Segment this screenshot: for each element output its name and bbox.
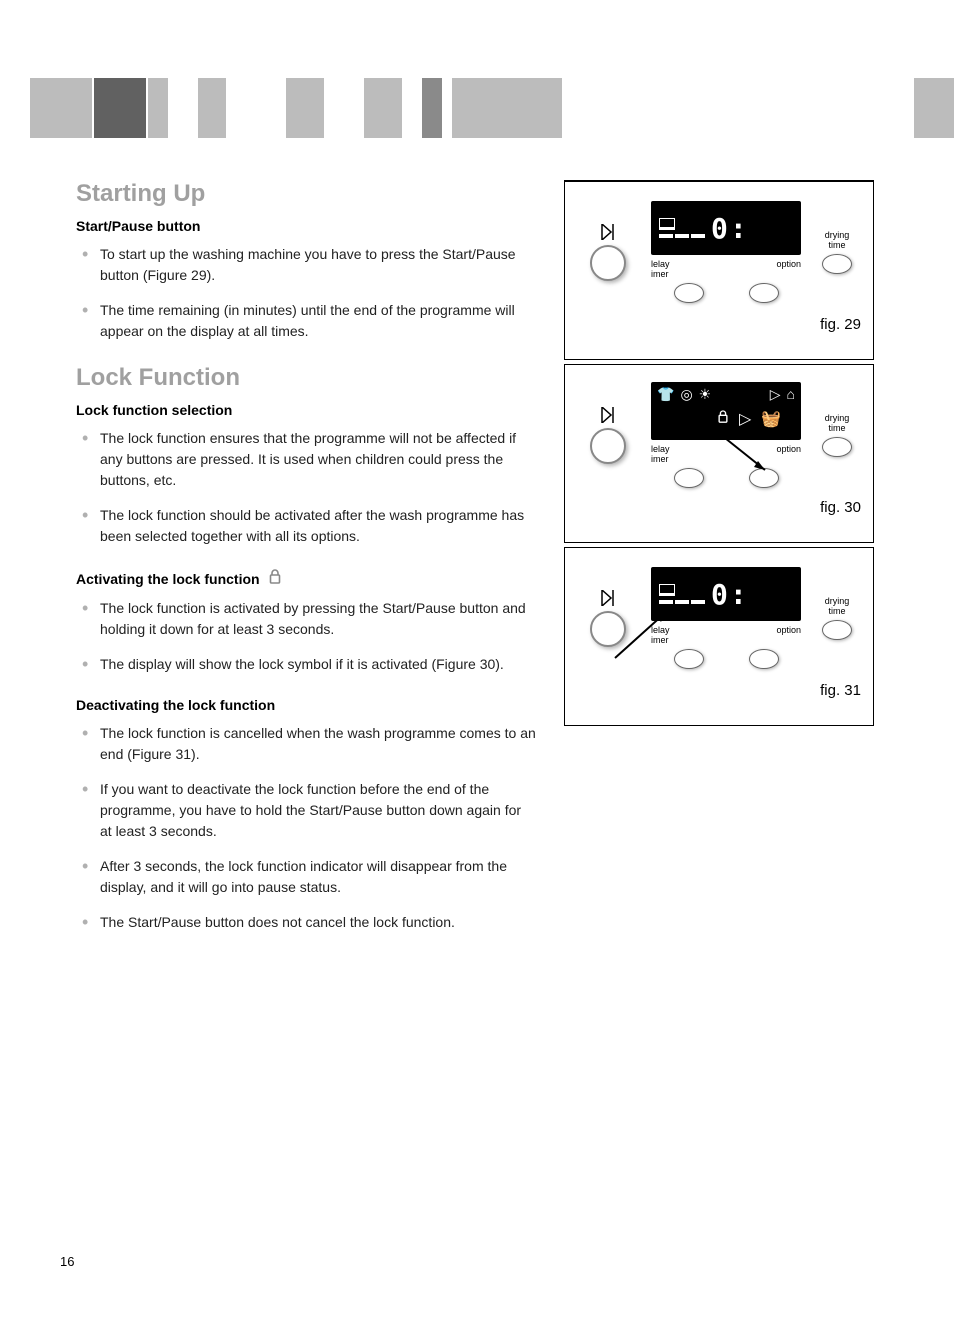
arrow-indicator [605, 608, 675, 668]
drying-time-button [822, 254, 852, 274]
figure-31: 0: lelayimer option [564, 547, 874, 726]
play-pause-icon [601, 407, 615, 428]
bullets-lock-selection: The lock function ensures that the progr… [76, 428, 536, 547]
bullet-item: The display will show the lock symbol if… [76, 654, 536, 675]
text-column: Starting Up Start/Pause button To start … [76, 180, 536, 955]
bullets-deactivating-lock: The lock function is cancelled when the … [76, 723, 536, 933]
spin-icon: ◎ [680, 386, 692, 403]
bullet-item: To start up the washing machine you have… [76, 244, 536, 286]
page-number: 16 [60, 1254, 74, 1269]
subheading-activating-lock: Activating the lock function [76, 569, 536, 588]
delay-timer-button [674, 468, 704, 488]
subheading-start-pause: Start/Pause button [76, 218, 536, 234]
tshirt-icon: 👕 [657, 386, 674, 403]
subheading-lock-selection: Lock function selection [76, 402, 536, 418]
figure-label: fig. 31 [573, 682, 865, 699]
play-pause-icon [601, 224, 615, 245]
delay-timer-button [674, 649, 704, 669]
drying-time-button [822, 620, 852, 640]
figure-29: 0: lelayimer option [564, 180, 874, 360]
figures-column: 0: lelayimer option [564, 180, 874, 955]
door-icon: ⌂ [787, 386, 795, 403]
bullet-item: The time remaining (in minutes) until th… [76, 300, 536, 342]
bullet-item: If you want to deactivate the lock funct… [76, 779, 536, 842]
start-pause-button [590, 428, 626, 464]
bullet-item: The lock function ensures that the progr… [76, 428, 536, 491]
option-button [749, 283, 779, 303]
lcd-time-value: 0: [711, 578, 749, 611]
option-button [749, 649, 779, 669]
subheading-text: Activating the lock function [76, 571, 260, 587]
bullet-item: The lock function should be activated af… [76, 505, 536, 547]
lcd-display: 0: [651, 201, 801, 255]
delay-timer-button [674, 283, 704, 303]
sun-icon: ☀ [699, 386, 712, 403]
header-decoration [30, 78, 954, 138]
subheading-deactivating-lock: Deactivating the lock function [76, 697, 536, 713]
bullet-item: The Start/Pause button does not cancel t… [76, 912, 536, 933]
drying-time-button [822, 437, 852, 457]
bullet-item: After 3 seconds, the lock function indic… [76, 856, 536, 898]
triangle-icon: ▷ [770, 386, 781, 403]
figure-label: fig. 29 [573, 316, 865, 333]
section-heading-starting-up: Starting Up [76, 180, 536, 208]
section-heading-lock-function: Lock Function [76, 364, 536, 392]
lcd-time-value: 0: [711, 212, 749, 245]
figure-30: 👕 ◎ ☀ ▷ ⌂ ▷ [564, 364, 874, 543]
bullets-start-pause: To start up the washing machine you have… [76, 244, 536, 342]
lock-icon [268, 569, 282, 588]
bullet-item: The lock function is cancelled when the … [76, 723, 536, 765]
start-pause-button [590, 245, 626, 281]
arrow-indicator [710, 425, 780, 475]
bullet-item: The lock function is activated by pressi… [76, 598, 536, 640]
figure-label: fig. 30 [573, 499, 865, 516]
bullets-activating-lock: The lock function is activated by pressi… [76, 598, 536, 675]
